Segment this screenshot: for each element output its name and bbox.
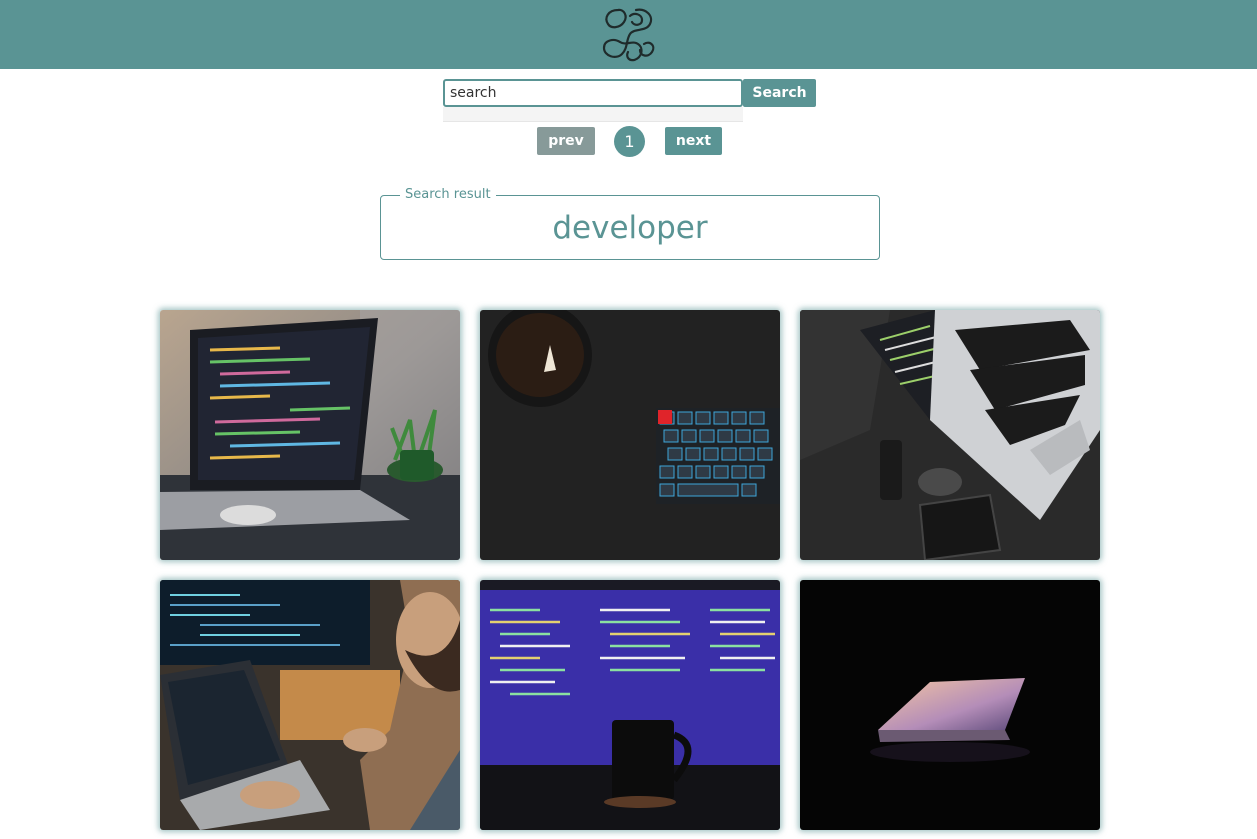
prev-page-button[interactable]: prev xyxy=(537,127,595,155)
search-input[interactable] xyxy=(443,79,743,107)
gallery-image-laptop-code-plant[interactable] xyxy=(160,310,460,560)
current-page-indicator[interactable]: 1 xyxy=(614,126,645,157)
search-button[interactable]: Search xyxy=(743,79,816,107)
search-result-term: developer xyxy=(552,210,708,246)
search-suggestions-dropdown xyxy=(443,107,743,122)
gallery-image-developer-coding[interactable] xyxy=(160,580,460,830)
next-page-button[interactable]: next xyxy=(665,127,722,155)
gallery-image-glowing-laptop[interactable] xyxy=(800,580,1100,830)
intertwined-loops-logo-icon[interactable] xyxy=(598,4,660,64)
gallery-image-laptop-topview[interactable] xyxy=(800,310,1100,560)
gallery-image-mug-keyboard[interactable] xyxy=(480,310,780,560)
gallery-image-monitor-mug[interactable] xyxy=(480,580,780,830)
search-result-legend: Search result xyxy=(400,187,496,203)
